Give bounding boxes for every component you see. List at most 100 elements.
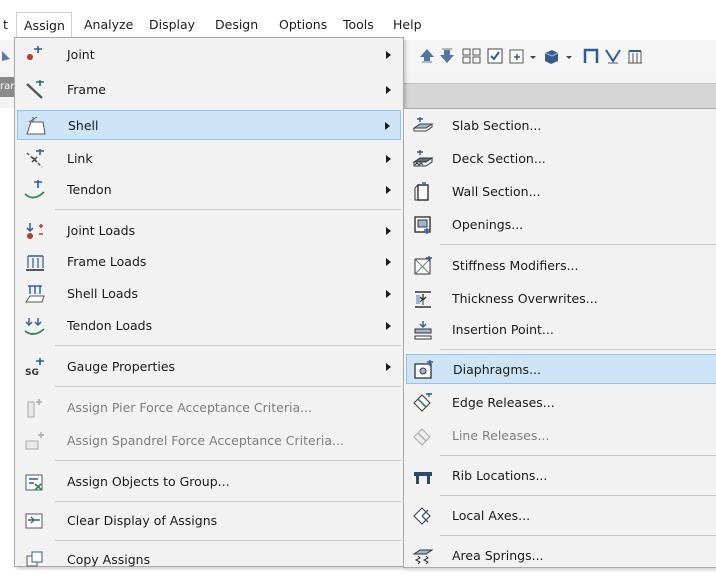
submenu-arrow-icon (386, 227, 391, 235)
thickness-icon (412, 289, 434, 309)
submenu-item-label: Openings... (452, 217, 524, 232)
menu-separator (440, 495, 716, 496)
menu-item-help[interactable]: Help (386, 12, 429, 38)
submenu-item-insertion-point[interactable]: Insertion Point... (406, 315, 716, 345)
menu-separator (55, 460, 401, 461)
spandrel-icon (24, 431, 46, 451)
submenu-item-label: Line Releases... (452, 428, 550, 443)
menu-item-tools[interactable]: Tools (336, 12, 381, 38)
menu-item-tendon-loads[interactable]: Tendon Loads (17, 311, 401, 341)
clear-display-icon (24, 511, 46, 531)
menu-item-edit[interactable]: t (0, 12, 15, 38)
submenu-item-deck-section[interactable]: Deck Section... (406, 144, 716, 174)
pier-icon (24, 398, 46, 418)
submenu-item-openings[interactable]: Openings... (406, 210, 716, 240)
menu-item-label: Joint (67, 47, 95, 62)
menu-item-assign-to-group[interactable]: Assign Objects to Group... (17, 467, 401, 497)
section-icon[interactable] (508, 47, 526, 65)
submenu-item-rib-locations[interactable]: Rib Locations... (406, 461, 716, 491)
openings-icon (412, 215, 434, 235)
menu-item-label: Assign Objects to Group... (67, 474, 230, 489)
menu-item-copy-assigns[interactable]: Copy Assigns (17, 545, 401, 575)
menu-item-design[interactable]: Design (208, 12, 265, 38)
shell-submenu: Slab Section... Deck Section... Wall Sec… (403, 108, 716, 568)
menu-item-frame-loads[interactable]: Frame Loads (17, 247, 401, 277)
frame-icon (24, 80, 46, 100)
submenu-item-area-springs[interactable]: Area Springs... (406, 541, 716, 571)
menu-item-analyze[interactable]: Analyze (77, 12, 140, 38)
submenu-arrow-icon (386, 258, 391, 266)
submenu-item-label: Insertion Point... (452, 322, 554, 337)
menu-separator (55, 209, 401, 210)
menu-item-label: Shell Loads (67, 286, 138, 301)
submenu-arrow-icon (386, 363, 391, 371)
submenu-item-local-axes[interactable]: Local Axes... (406, 501, 716, 531)
menu-item-link[interactable]: Link (17, 144, 401, 174)
submenu-item-thickness-overwrites[interactable]: Thickness Overwrites... (406, 284, 716, 314)
submenu-item-wall-section[interactable]: Wall Section... (406, 177, 716, 207)
menu-item-joint-loads[interactable]: Joint Loads (17, 216, 401, 246)
submenu-item-slab-section[interactable]: Slab Section... (406, 111, 716, 141)
menu-bar: t Assign Analyze Display Design Options … (0, 0, 716, 40)
menu-item-joint[interactable]: Joint (17, 40, 401, 70)
menu-item-assign[interactable]: Assign (16, 12, 72, 38)
frame-draw-icon[interactable] (582, 47, 600, 65)
menu-separator (440, 244, 716, 245)
dropdown-arrow-icon-2[interactable] (564, 47, 582, 65)
submenu-arrow-icon (386, 51, 391, 59)
submenu-arrow-icon (385, 122, 390, 130)
submenu-item-label: Rib Locations... (452, 468, 548, 483)
submenu-item-line-releases[interactable]: Line Releases... (406, 421, 716, 451)
submenu-arrow-icon (386, 290, 391, 298)
submenu-item-label: Local Axes... (452, 508, 531, 523)
menu-item-label: Frame Loads (67, 254, 147, 269)
checkbox-select-icon[interactable] (486, 47, 504, 65)
menu-item-options[interactable]: Options (272, 12, 334, 38)
deck-section-icon (412, 149, 434, 169)
stiffness-icon (412, 256, 434, 276)
submenu-item-diaphragms[interactable]: Diaphragms... (406, 354, 716, 384)
submenu-item-label: Wall Section... (452, 184, 541, 199)
menu-item-label: Assign Pier Force Acceptance Criteria... (67, 400, 313, 415)
menu-item-frame[interactable]: Frame (17, 75, 401, 105)
menu-item-shell[interactable]: Shell (17, 110, 401, 140)
menu-item-shell-loads[interactable]: Shell Loads (17, 279, 401, 309)
menu-item-display[interactable]: Display (142, 12, 202, 38)
move-down-icon[interactable] (438, 47, 456, 65)
menu-item-label: Link (67, 151, 93, 166)
area-springs-icon (412, 546, 434, 566)
move-up-icon[interactable] (418, 47, 436, 65)
gauge-icon: SG (24, 357, 46, 377)
rib-locations-icon (412, 466, 434, 486)
menu-item-label: Frame (67, 82, 106, 97)
edge-releases-icon (412, 393, 434, 413)
submenu-item-label: Thickness Overwrites... (452, 291, 598, 306)
menu-separator (55, 386, 401, 387)
submenu-item-stiffness-modifiers[interactable]: Stiffness Modifiers... (406, 251, 716, 281)
wall-section-icon (412, 182, 434, 202)
tendon-icon (24, 180, 46, 200)
submenu-item-label: Deck Section... (452, 151, 546, 166)
menu-item-label: Joint Loads (67, 223, 136, 238)
frame-load-icon[interactable] (626, 47, 644, 65)
brace-icon[interactable] (604, 47, 622, 65)
menu-item-pier-criteria[interactable]: Assign Pier Force Acceptance Criteria... (17, 393, 401, 423)
svg-text:SG: SG (25, 368, 39, 377)
submenu-item-edge-releases[interactable]: Edge Releases... (406, 388, 716, 418)
submenu-item-label: Diaphragms... (453, 362, 541, 377)
group-icon (24, 472, 46, 492)
menu-item-label: Clear Display of Assigns (67, 513, 218, 528)
submenu-item-label: Area Springs... (452, 548, 544, 563)
shell-loads-icon (24, 284, 46, 304)
menu-item-spandrel-criteria[interactable]: Assign Spandrel Force Acceptance Criteri… (17, 426, 401, 456)
local-axes-icon (412, 506, 434, 526)
tendon-loads-icon (24, 316, 46, 336)
box-3d-icon[interactable] (542, 47, 560, 65)
menu-item-clear-display[interactable]: Clear Display of Assigns (17, 506, 401, 536)
insertion-point-icon (412, 320, 434, 340)
diaphragms-icon (413, 360, 435, 380)
menu-item-label: Copy Assigns (67, 552, 151, 567)
grid-snap-icon[interactable] (462, 47, 481, 65)
menu-item-tendon[interactable]: Tendon (17, 175, 401, 205)
menu-item-gauge-properties[interactable]: SG Gauge Properties (17, 352, 401, 382)
